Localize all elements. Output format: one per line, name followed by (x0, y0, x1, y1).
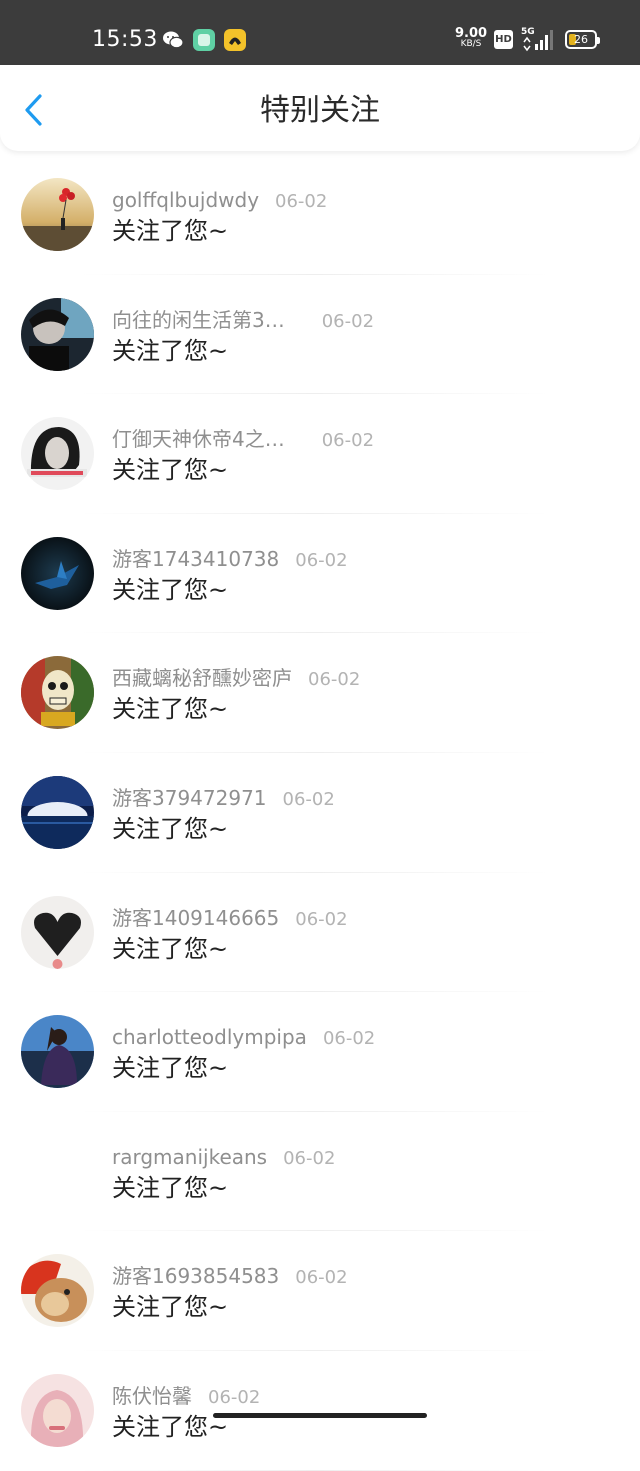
user-name[interactable]: rargmanijkeans (112, 1143, 267, 1171)
network-speed: 9.00 KB/S (455, 26, 488, 50)
avatar[interactable] (21, 536, 94, 610)
follow-message: 关注了您~ (112, 336, 229, 365)
follow-date: 06-02 (322, 1028, 376, 1050)
list-item[interactable]: 仃御天神休帝4之… 06-02 关注了您~ (0, 394, 640, 514)
list-item[interactable]: 向往的闲生活第3… 06-02 关注了您~ (0, 275, 640, 395)
follow-date: 06-02 (282, 788, 335, 810)
follow-date: 06-02 (283, 1147, 336, 1169)
list-item[interactable]: 游客1693854583 06-02 关注了您~ (0, 1231, 640, 1351)
follow-date: 06-02 (295, 908, 348, 930)
avatar[interactable] (21, 417, 94, 491)
list-item[interactable]: golffqlbujdwdy 06-02 关注了您~ (0, 155, 640, 275)
battery-tip (597, 37, 600, 44)
follow-date: 06-02 (308, 669, 361, 691)
follow-message: 关注了您~ (112, 1293, 229, 1322)
follow-message: 关注了您~ (112, 934, 229, 963)
network-speed-value: 9.00 (455, 26, 488, 41)
header: 特别关注 (0, 65, 640, 151)
battery-percent: 26 (574, 33, 588, 46)
avatar[interactable] (21, 895, 94, 969)
follow-date: 06-02 (321, 430, 375, 452)
list-item[interactable]: 游客1409146665 06-02 关注了您~ (0, 873, 640, 993)
list-item[interactable]: charlotteodlympipa 06-02 关注了您~ (0, 992, 640, 1112)
follow-message: 关注了您~ (112, 814, 229, 843)
follow-list: golffqlbujdwdy 06-02 关注了您~ 向往的闲生活第3… 06-02… (0, 155, 640, 1471)
battery-icon: 26 (565, 30, 600, 49)
wechat-icon (162, 29, 184, 51)
follow-date: 06-02 (295, 549, 348, 571)
user-name[interactable]: charlotteodlympipa (112, 1023, 307, 1051)
home-indicator[interactable] (213, 1413, 427, 1418)
avatar[interactable] (21, 1015, 94, 1089)
hd-badge: HD (494, 30, 513, 49)
list-item[interactable]: 陈伏怡馨 06-02 关注了您~ (0, 1351, 640, 1471)
user-name[interactable]: 游客1693854583 (112, 1262, 279, 1290)
avatar[interactable] (21, 1254, 94, 1328)
follow-message: 关注了您~ (112, 575, 229, 604)
user-name[interactable]: 西藏螭秘舒醺妙密庐 (112, 664, 292, 692)
follow-message: 关注了您~ (112, 217, 229, 245)
list-item[interactable]: 游客379472971 06-02 关注了您~ (0, 753, 640, 873)
user-name[interactable]: 游客1409146665 (112, 904, 279, 932)
follow-date: 06-02 (275, 191, 328, 212)
user-name[interactable]: 陈伏怡馨 (112, 1382, 192, 1410)
game-app-icon (224, 29, 246, 51)
user-name[interactable]: golffqlbujdwdy (112, 186, 259, 214)
follow-date: 06-02 (321, 310, 375, 332)
avatar[interactable] (21, 297, 94, 371)
status-time: 15:53 (92, 27, 158, 52)
list-item[interactable]: 西藏螭秘舒醺妙密庐 06-02 关注了您~ (0, 633, 640, 753)
follow-message: 关注了您~ (112, 1173, 229, 1202)
status-bar: 15:53 9.00 KB/S HD 5G 26 (0, 0, 640, 65)
follow-date: 06-02 (295, 1267, 348, 1289)
notes-app-icon (193, 29, 215, 51)
follow-message: 关注了您~ (112, 1412, 229, 1441)
follow-message: 关注了您~ (112, 1054, 229, 1083)
avatar[interactable] (21, 775, 94, 849)
avatar[interactable] (21, 1373, 94, 1447)
signal-icon (521, 28, 553, 52)
follow-message: 关注了您~ (112, 695, 229, 724)
user-name[interactable]: 游客1743410738 (112, 545, 279, 573)
page-title: 特别关注 (260, 93, 380, 128)
user-name[interactable]: 向往的闲生活第3… (112, 306, 285, 334)
user-name[interactable]: 游客379472971 (112, 784, 267, 812)
user-name[interactable]: 仃御天神休帝4之… (112, 425, 285, 453)
list-item[interactable]: 游客1743410738 06-02 关注了您~ (0, 514, 640, 634)
follow-message: 关注了您~ (112, 456, 229, 485)
avatar[interactable] (21, 656, 94, 730)
avatar[interactable] (21, 178, 94, 251)
list-item[interactable]: rargmanijkeans 06-02 关注了您~ (0, 1112, 640, 1232)
follow-date: 06-02 (208, 1386, 261, 1408)
